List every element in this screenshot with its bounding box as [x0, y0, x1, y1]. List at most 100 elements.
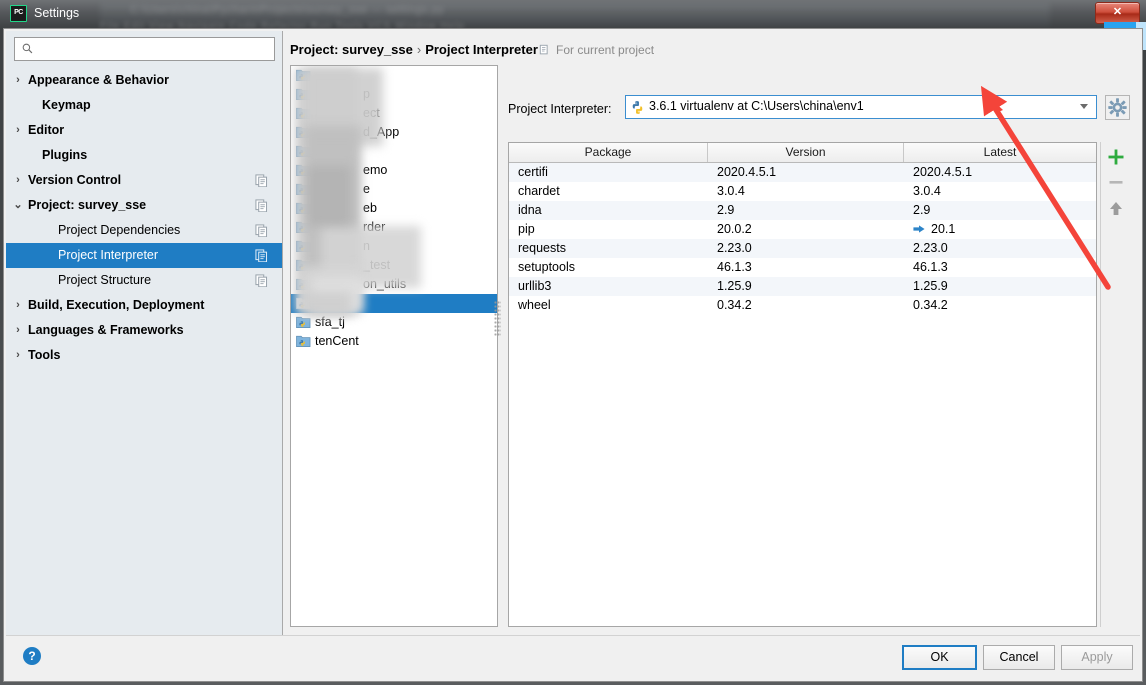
project-list-item[interactable]: d_App	[291, 123, 497, 142]
sidebar-item-project-survey-sse[interactable]: ⌄ Project: survey_sse	[6, 193, 282, 218]
python-module-icon	[296, 335, 311, 347]
pycharm-icon: PC	[10, 5, 27, 22]
chevron-icon[interactable]: ›	[12, 293, 24, 318]
project-list-item[interactable]: rder	[291, 218, 497, 237]
project-list-item-label: on_utils	[363, 277, 407, 291]
table-row[interactable]: idna 2.9 2.9	[509, 201, 1096, 220]
cell-latest: 0.34.2	[913, 298, 948, 312]
packages-table-header: Package Version Latest	[509, 143, 1096, 163]
sidebar-item-project-interpreter[interactable]: Project Interpreter	[6, 243, 282, 268]
chevron-icon[interactable]: ⌄	[12, 193, 24, 218]
project-list-item[interactable]	[291, 142, 497, 161]
chevron-icon[interactable]: ›	[12, 118, 24, 143]
python-module-icon	[296, 183, 311, 195]
packages-table-body: certifi 2020.4.5.1 2020.4.5.1 chardet 3.0.4 3…	[509, 163, 1096, 315]
packages-table[interactable]: Package Version Latest certifi 2020.4.5.1…	[508, 142, 1097, 627]
sidebar-item-editor[interactable]: › Editor	[6, 118, 282, 143]
search-input[interactable]	[39, 40, 273, 61]
copy-icon	[255, 199, 268, 212]
sidebar-item-keymap[interactable]: Keymap	[6, 93, 282, 118]
panel-resize-grip[interactable]	[494, 301, 501, 337]
title-bar: C:\Users\china\PycharmProjects\survey_ss…	[0, 0, 1146, 28]
project-list-item[interactable]: ect	[291, 104, 497, 123]
project-list-item[interactable]: on_utils	[291, 275, 497, 294]
sidebar-item-project-structure[interactable]: Project Structure	[6, 268, 282, 293]
sidebar-item-tools[interactable]: › Tools	[6, 343, 282, 368]
cell-latest: 2020.4.5.1	[913, 165, 973, 179]
sidebar-item-plugins[interactable]: Plugins	[6, 143, 282, 168]
table-row[interactable]: requests 2.23.0 2.23.0	[509, 239, 1096, 258]
python-module-icon	[296, 107, 311, 119]
chevron-icon[interactable]: ›	[12, 68, 24, 93]
help-icon[interactable]: ?	[23, 647, 41, 665]
cell-version: 20.0.2	[717, 222, 752, 236]
cell-latest: 20.1	[904, 220, 1096, 239]
cell-package: idna	[518, 203, 542, 217]
install-package-button[interactable]	[1105, 146, 1127, 168]
table-row[interactable]: urllib3 1.25.9 1.25.9	[509, 277, 1096, 296]
project-list-panel[interactable]: p ect d_App emo e eb rder n _test on_uti…	[290, 65, 498, 627]
copy-icon	[255, 174, 268, 187]
project-interpreter-dropdown[interactable]: 3.6.1 virtualenv at C:\Users\china\env1	[625, 95, 1097, 119]
copy-icon	[255, 274, 268, 287]
sidebar-item-label: Languages & Frameworks	[28, 323, 184, 337]
table-row[interactable]: wheel 0.34.2 0.34.2	[509, 296, 1096, 315]
for-current-project-label: For current project	[539, 43, 654, 57]
table-row[interactable]: pip 20.0.2 20.1	[509, 220, 1096, 239]
search-box[interactable]	[14, 37, 275, 61]
sidebar-item-appearance-behavior[interactable]: › Appearance & Behavior	[6, 68, 282, 93]
sidebar-item-label: Project Interpreter	[58, 248, 159, 262]
python-venv-icon	[632, 101, 643, 114]
uninstall-package-button[interactable]	[1105, 171, 1127, 193]
project-list-item[interactable]	[291, 66, 497, 85]
chevron-icon[interactable]: ›	[12, 343, 24, 368]
chevron-icon[interactable]: ›	[12, 168, 24, 193]
project-list-item-label: p	[363, 87, 370, 101]
sidebar-item-label: Editor	[28, 123, 65, 137]
sidebar-item-label: Project Dependencies	[58, 223, 181, 237]
table-row[interactable]: setuptools 46.1.3 46.1.3	[509, 258, 1096, 277]
cell-latest: 2.23.0	[913, 241, 948, 255]
project-list-item[interactable]: tenCent	[291, 332, 497, 351]
python-module-icon	[296, 316, 311, 328]
python-module-icon	[296, 240, 311, 252]
sidebar-item-version-control[interactable]: › Version Control	[6, 168, 282, 193]
cell-version: 46.1.3	[717, 260, 752, 274]
ok-button[interactable]: OK	[902, 645, 977, 670]
dialog-body: › Appearance & Behavior Keymap › Editor Plugi…	[3, 28, 1143, 682]
table-row[interactable]: certifi 2020.4.5.1 2020.4.5.1	[509, 163, 1096, 182]
project-list-item[interactable]: eb	[291, 199, 497, 218]
sidebar-item-languages-frameworks[interactable]: › Languages & Frameworks	[6, 318, 282, 343]
cell-version: 2.23.0	[717, 241, 752, 255]
cancel-button[interactable]: Cancel	[983, 645, 1055, 670]
project-list: p ect d_App emo e eb rder n _test on_uti…	[291, 66, 497, 351]
column-header-package[interactable]: Package	[509, 143, 708, 162]
upgrade-package-button[interactable]	[1105, 198, 1127, 220]
settings-content-pane: Project: survey_sse › Project Interpreter …	[284, 31, 1140, 635]
for-current-project-text: For current project	[556, 43, 655, 57]
project-list-item-label: e	[363, 182, 370, 196]
sidebar-item-label: Project: survey_sse	[28, 198, 147, 212]
cell-version: 0.34.2	[717, 298, 752, 312]
column-header-version[interactable]: Version	[708, 143, 904, 162]
project-list-item-label: rder	[363, 220, 386, 234]
table-row[interactable]: chardet 3.0.4 3.0.4	[509, 182, 1096, 201]
column-header-latest[interactable]: Latest	[904, 143, 1096, 162]
project-list-item[interactable]: n	[291, 237, 497, 256]
project-list-item[interactable]: _test	[291, 256, 497, 275]
project-interpreter-value: 3.6.1 virtualenv at C:\Users\china\env1	[649, 99, 864, 113]
interpreter-settings-button[interactable]	[1105, 95, 1130, 120]
project-list-item[interactable]: p	[291, 85, 497, 104]
close-icon[interactable]: ✕	[1095, 2, 1140, 24]
chevron-icon[interactable]: ›	[12, 318, 24, 343]
project-list-item[interactable]: e	[291, 180, 497, 199]
breadcrumb-separator: ›	[416, 42, 422, 57]
project-list-item[interactable]: emo	[291, 161, 497, 180]
project-list-item-selected[interactable]: rq3	[291, 294, 497, 313]
breadcrumb-root[interactable]: Project: survey_sse	[290, 42, 413, 57]
project-list-item[interactable]: sfa_tj	[291, 313, 497, 332]
apply-button[interactable]: Apply	[1061, 645, 1133, 670]
sidebar-item-project-dependencies[interactable]: Project Dependencies	[6, 218, 282, 243]
chevron-down-icon	[1080, 104, 1088, 109]
sidebar-item-build-execution-deployment[interactable]: › Build, Execution, Deployment	[6, 293, 282, 318]
